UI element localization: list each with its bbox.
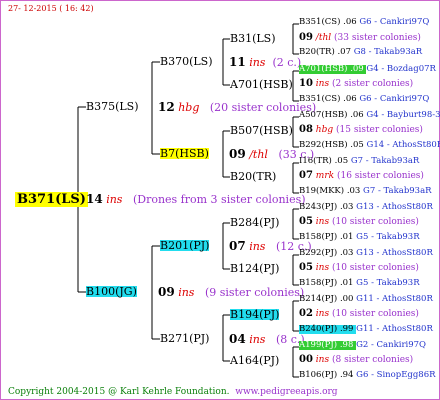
g3-node-8-info: 00 ins (8 sister colonies)	[299, 354, 414, 365]
root-line-info: 14 ins (Drones from 3 sister colonies)	[86, 192, 306, 206]
g3-node-6-label[interactable]: B124(PJ)	[230, 263, 279, 274]
g2-node-4-info: 04 ins (8 c.)	[229, 332, 305, 346]
g2-node-1-info: 11 ins (2 c.)	[229, 55, 302, 69]
g4-leaf-15[interactable]: A199(PJ) .98 G2 - Cankiri97Q	[299, 340, 427, 350]
g3-node-2-label[interactable]: A701(HSB)	[230, 79, 293, 90]
g4-leaf-1[interactable]: B351(CS) .06 G6 - Cankiri97Q	[299, 18, 429, 27]
g3-node-8-label[interactable]: A164(PJ)	[230, 355, 279, 366]
dam-g1-info: 09 ins (9 sister colonies)	[158, 285, 305, 299]
sire-g1-label[interactable]: B375(LS)	[86, 101, 139, 112]
g2-node-4-label[interactable]: B271(PJ)	[160, 333, 209, 344]
g2-node-1-label[interactable]: B370(LS)	[160, 56, 213, 67]
g4-leaf-4[interactable]: B351(CS) .06 G6 - Cankiri97Q	[299, 95, 429, 104]
g4-leaf-2[interactable]: B20(TR) .07 G8 - Takab93aR	[299, 48, 422, 57]
date-stamp: 27- 12-2015 ( 16: 42)	[8, 4, 94, 13]
g3-node-7-label[interactable]: B194(PJ)	[230, 309, 280, 320]
g3-node-7-info: 02 ins (10 sister colonies)	[299, 308, 419, 319]
g3-node-5-label[interactable]: B284(PJ)	[230, 217, 279, 228]
footer-copyright: Copyright 2004-2015 @ Karl Kehrle Founda…	[8, 387, 338, 397]
g3-node-4-info: 07 mrk (16 sister colonies)	[299, 170, 424, 181]
sire-g1-info: 12 hbg (20 sister colonies)	[158, 100, 317, 114]
g4-leaf-7[interactable]: I16(TR) .05 G7 - Takab93aR	[299, 157, 419, 166]
g4-leaf-12[interactable]: B158(PJ) .01 G5 - Takab93R	[299, 279, 420, 288]
g3-node-1-label[interactable]: B31(LS)	[230, 33, 276, 44]
g4-leaf-6[interactable]: B292(HSB) .05 G14 - AthosSt80R	[299, 141, 440, 150]
g4-leaf-5[interactable]: A507(HSB) .06 G4 - Bayburt98-3	[299, 111, 440, 120]
g2-node-2-label[interactable]: B7(HSB)	[160, 148, 209, 159]
g3-node-4-label[interactable]: B20(TR)	[230, 171, 276, 182]
footer-site-link[interactable]: www.pedigreeapis.org	[235, 387, 337, 397]
g4-leaf-11[interactable]: B292(PJ) .03 G13 - AthosSt80R	[299, 249, 433, 258]
g3-node-3-info: 08 hbg (15 sister colonies)	[299, 124, 423, 135]
g3-node-1-info: 09 /thl (33 sister colonies)	[299, 32, 421, 43]
g4-leaf-3[interactable]: A701(HSB) .09 G4 - Bozdag07R	[299, 64, 436, 74]
g3-node-3-label[interactable]: B507(HSB)	[230, 125, 293, 136]
g4-leaf-8[interactable]: B19(MKK) .03 G7 - Takab93aR	[299, 187, 432, 196]
g4-leaf-9[interactable]: B243(PJ) .03 G13 - AthosSt80R	[299, 203, 433, 212]
g4-leaf-16[interactable]: B106(PJ) .94 G6 - SinopEgg86R	[299, 371, 436, 380]
g4-leaf-13[interactable]: B214(PJ) .00 G11 - AthosSt80R	[299, 295, 433, 304]
dam-g1-label[interactable]: B100(JG)	[86, 286, 137, 297]
g3-node-2-info: 10 ins (2 sister colonies)	[299, 78, 414, 89]
root-bee-label[interactable]: B371(LS)	[15, 192, 88, 207]
g3-node-6-info: 05 ins (10 sister colonies)	[299, 262, 419, 273]
g4-leaf-14[interactable]: B240(PJ) .99 G11 - AthosSt80R	[299, 324, 433, 334]
g3-node-5-info: 05 ins (10 sister colonies)	[299, 216, 419, 227]
g4-leaf-10[interactable]: B158(PJ) .01 G5 - Takab93R	[299, 233, 420, 242]
g2-node-3-label[interactable]: B201(PJ)	[160, 240, 210, 251]
